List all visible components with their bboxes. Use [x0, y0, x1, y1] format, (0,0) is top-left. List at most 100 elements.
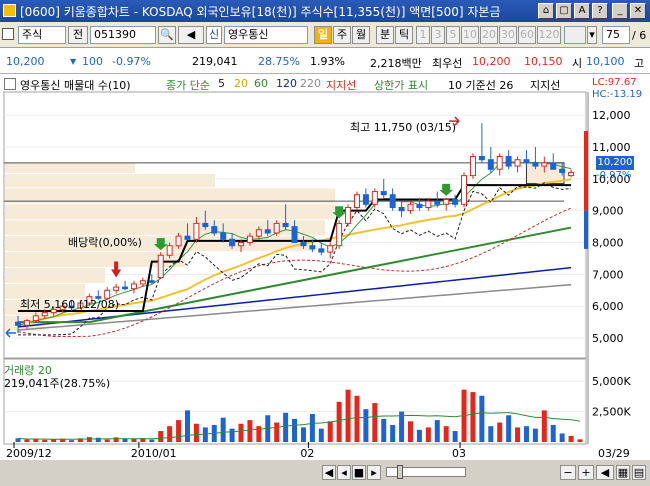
chart-scroll-controls: ◀ ◂ ■ ▸ − + ◀ ▦ ▤: [0, 460, 650, 486]
legend-volume-profile: 영우통신 매물대 수(10): [20, 79, 131, 92]
volume-bar: [318, 428, 324, 442]
candle-body: [300, 242, 307, 247]
price-tick-label: 6,000: [592, 300, 624, 313]
volume-bar: [149, 439, 155, 442]
legend-support: 지지선: [326, 79, 357, 92]
legend-ma20: 20: [234, 77, 248, 90]
font-icon[interactable]: A: [574, 3, 590, 19]
code-input[interactable]: 051390: [90, 26, 156, 44]
count-input[interactable]: 75: [602, 26, 630, 44]
volume-bar: [202, 427, 208, 442]
n60-button[interactable]: 60: [518, 26, 536, 44]
volume-bar: [390, 424, 396, 442]
legend-toggle-icon[interactable]: [4, 78, 16, 90]
prev-button[interactable]: 전: [68, 26, 88, 44]
volume-profile-bar: [5, 174, 215, 188]
n20-button[interactable]: 20: [480, 26, 498, 44]
volume-bar: [283, 412, 289, 442]
n10-button[interactable]: 10: [461, 26, 479, 44]
volume-bar: [452, 431, 458, 442]
volume-bar: [184, 410, 190, 442]
annotation-low: 최저 5,160 (12/08): [20, 298, 120, 311]
speaker-icon[interactable]: ◀︎: [178, 26, 204, 44]
volume-bar: [416, 429, 422, 442]
candle-body: [514, 159, 521, 167]
candle-body: [229, 238, 236, 247]
candle-body: [15, 321, 21, 326]
volume-bar: [372, 403, 378, 442]
candle-body: [532, 162, 539, 167]
scale-bar-red: [584, 131, 588, 211]
candle-body: [211, 226, 218, 234]
volume-bar: [274, 422, 280, 442]
candle-body: [238, 242, 245, 247]
zoom-slider[interactable]: [386, 465, 466, 479]
candle-body: [282, 222, 289, 228]
grid-icon[interactable]: [2, 28, 14, 40]
period-tick-button[interactable]: 틱: [395, 26, 413, 44]
volume-bar: [488, 426, 494, 442]
candle-body: [541, 162, 548, 167]
search-icon[interactable]: 🔍: [158, 26, 176, 44]
legend-baseline: 10 기준선 26: [448, 79, 514, 92]
scroll-next-button[interactable]: ▸: [367, 465, 381, 480]
period-month-button[interactable]: 월: [352, 26, 370, 44]
legend-ma5: 5: [218, 77, 225, 90]
period-min-button[interactable]: 분: [376, 26, 394, 44]
n1-button[interactable]: 1: [416, 26, 430, 44]
trade-amount: 2,218백만: [370, 57, 422, 70]
candle-body: [389, 194, 396, 208]
chart-area[interactable]: 12,000 11,000 10,000 9,000 8,000 7,000 6,000 5,…: [0, 74, 650, 486]
volume-bar: [229, 428, 235, 442]
zoom-out-button[interactable]: −: [560, 465, 576, 480]
legend-ma-label: 종가 단순: [166, 79, 210, 92]
grid-view-icon[interactable]: ▦: [616, 465, 630, 480]
spin-icon[interactable]: ▾: [587, 26, 597, 44]
volume-bar: [69, 440, 75, 442]
scroll-prev-button[interactable]: ◂: [337, 465, 351, 480]
candle-body: [425, 200, 432, 208]
market-select[interactable]: 주식: [18, 26, 66, 44]
candle-body: [353, 194, 360, 208]
volume-bar: [300, 427, 306, 442]
minimize-icon[interactable]: _: [612, 3, 628, 19]
high-label: 고: [634, 57, 645, 70]
volume-tick-label: 2,500K: [592, 406, 631, 419]
zoom-slider-thumb[interactable]: [397, 465, 403, 479]
x-tick-label: 2010/01: [131, 447, 177, 460]
help-icon[interactable]: ?: [592, 3, 608, 19]
volume-bar: [247, 420, 253, 442]
ask-price: 10,150: [524, 55, 563, 68]
volume-bar: [425, 427, 431, 442]
n3-button[interactable]: 3: [431, 26, 445, 44]
volume-bar: [238, 423, 244, 442]
fit-button[interactable]: ◀: [596, 465, 614, 480]
zoom-in-button[interactable]: +: [578, 465, 594, 480]
print-icon[interactable]: ▤: [632, 465, 646, 480]
stock-name[interactable]: 영우통신: [224, 26, 308, 44]
link-icon[interactable]: ⌂: [538, 3, 554, 19]
volume: 219,041: [192, 55, 238, 68]
candle-body: [220, 232, 227, 240]
scroll-first-button[interactable]: ◀: [322, 465, 336, 480]
period-week-button[interactable]: 주: [333, 26, 351, 44]
candle-body: [166, 245, 173, 256]
volume-bar: [113, 437, 119, 442]
n120-button[interactable]: 120: [537, 26, 561, 44]
n5-button[interactable]: 5: [446, 26, 460, 44]
volume-bar: [176, 420, 182, 442]
lock-icon[interactable]: ▢: [556, 3, 572, 19]
volume-profile-bar: [5, 162, 135, 174]
volume-bar: [541, 410, 547, 442]
price-chart-svg[interactable]: 12,00011,00010,0009,0008,0007,0006,0005,…: [0, 74, 650, 460]
stop-button[interactable]: ■: [352, 465, 366, 480]
period-day-button[interactable]: 일: [314, 26, 332, 44]
volume-bar: [309, 414, 315, 442]
x-tick-label: 03: [452, 447, 466, 460]
candle-body: [559, 168, 566, 173]
volume-bar: [470, 392, 476, 442]
close-icon[interactable]: ✕: [630, 3, 646, 19]
custom-period-input[interactable]: [564, 26, 586, 44]
current-price-tag: 10,200: [596, 156, 634, 170]
n30-button[interactable]: 30: [499, 26, 517, 44]
